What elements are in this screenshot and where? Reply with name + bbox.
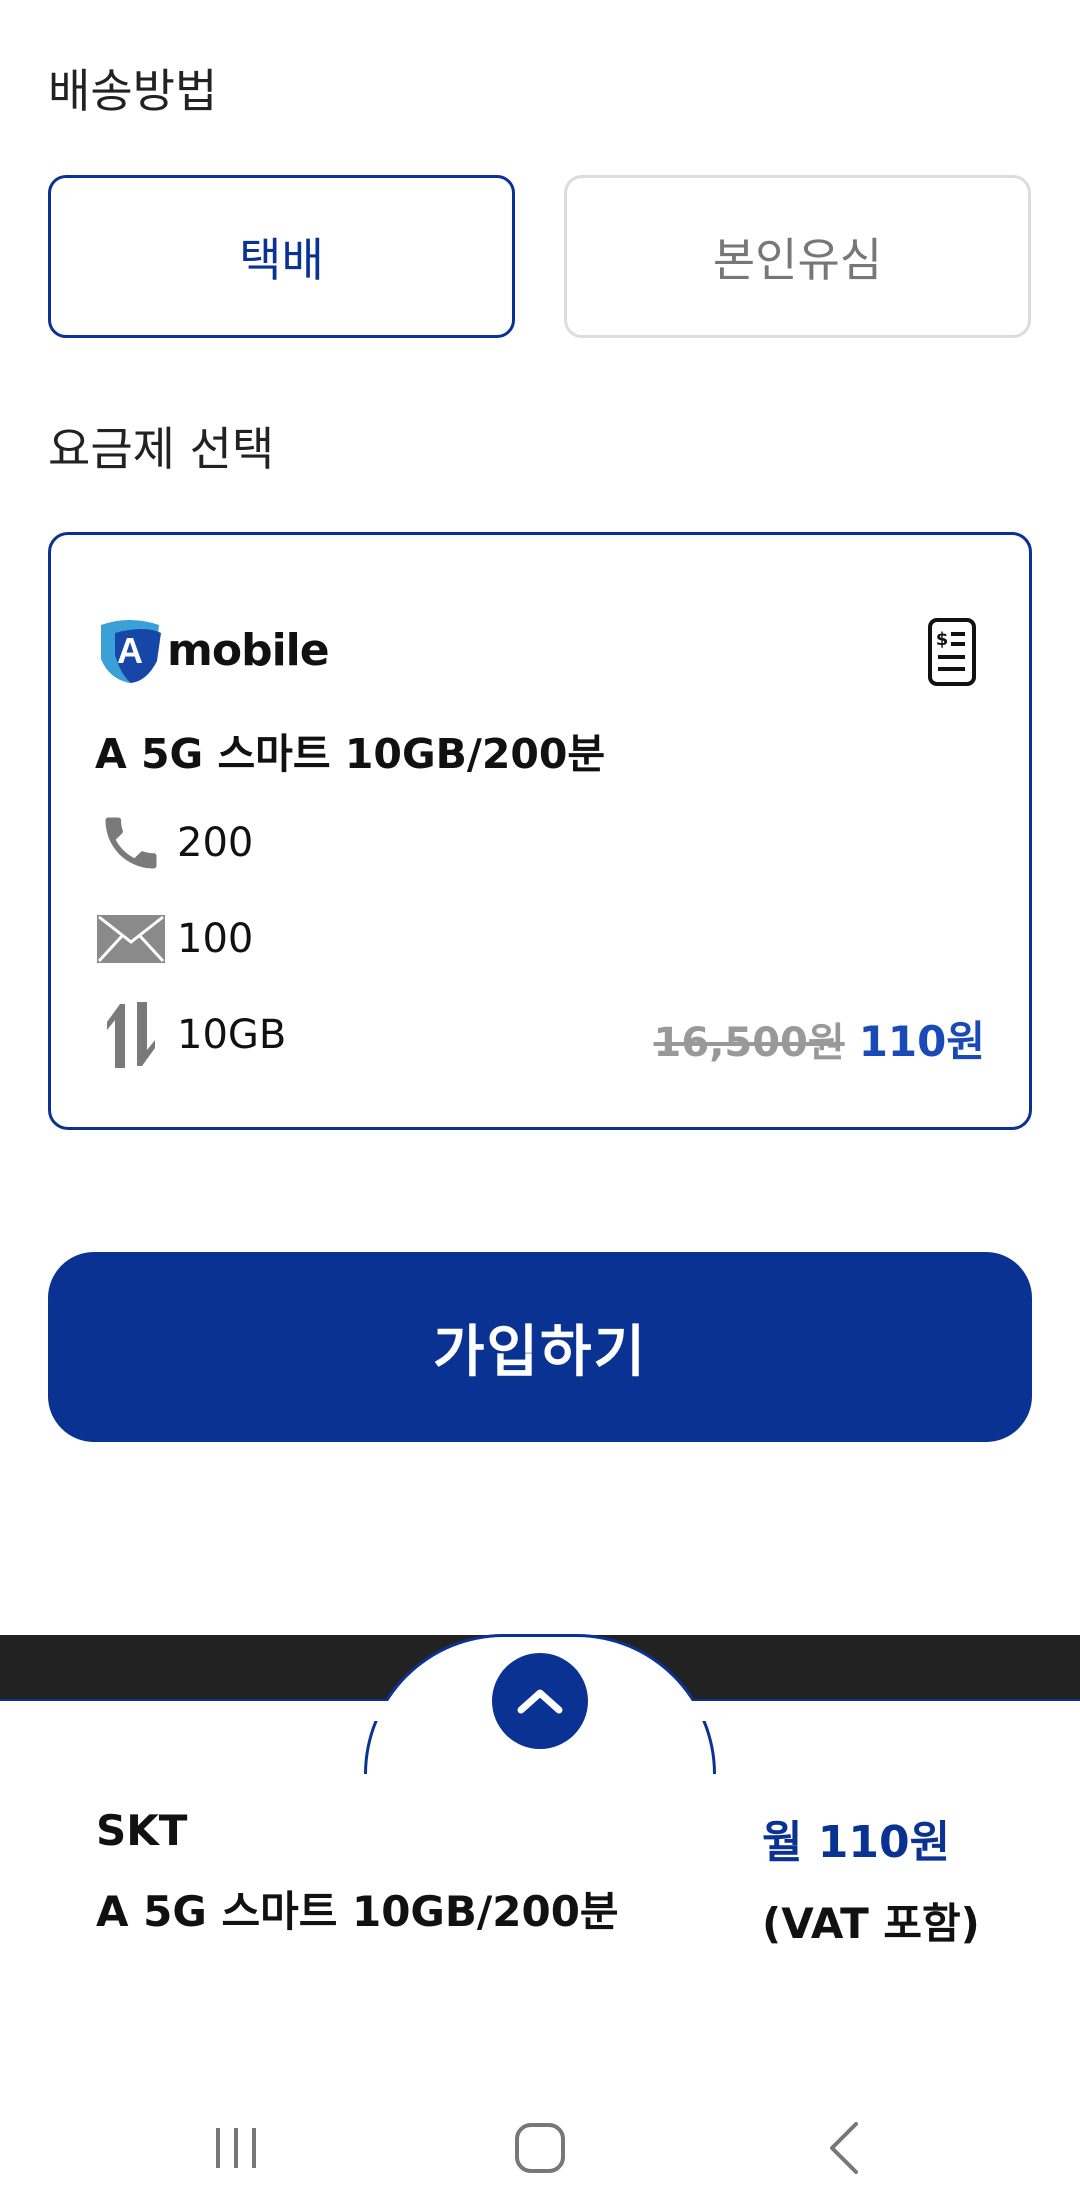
- original-price: 16,500원: [653, 1020, 845, 1066]
- plan-price: 16,500원 110원: [654, 1008, 985, 1069]
- svg-text:$: $: [936, 629, 949, 650]
- brand-logo-mark: A: [101, 620, 161, 683]
- plan-detail-document-icon[interactable]: $: [927, 617, 977, 687]
- summary-monthly-price: 월 110원: [762, 1817, 951, 1868]
- recent-apps-icon[interactable]: [196, 2108, 276, 2188]
- back-icon[interactable]: [804, 2108, 884, 2188]
- phone-icon: [95, 807, 167, 879]
- plan-name: A 5G 스마트 10GB/200분: [95, 730, 606, 778]
- join-button[interactable]: 가입하기: [48, 1252, 1032, 1442]
- expand-summary-button[interactable]: [492, 1653, 588, 1749]
- summary-vat-note: (VAT 포함): [762, 1899, 980, 1948]
- brand-name: mobile: [167, 624, 330, 676]
- mail-icon: [95, 903, 167, 975]
- home-icon[interactable]: [500, 2108, 580, 2188]
- delivery-option-courier[interactable]: 택배: [48, 175, 515, 338]
- chevron-up-icon: [517, 1689, 563, 1714]
- plan-card[interactable]: A mobile $ A 5G 스마트 10GB/200분 200 100 10…: [48, 532, 1032, 1130]
- feature-voice: 200: [95, 807, 253, 879]
- sale-price: 110원: [858, 1017, 985, 1066]
- data-value: 10GB: [177, 1012, 287, 1058]
- data-transfer-icon: [95, 999, 167, 1071]
- brand-logo: A mobile: [95, 615, 330, 685]
- page: 배송방법 택배 본인유심 요금제 선택 A mobile $ A 5G 스마트 …: [0, 0, 1080, 2206]
- summary-carrier: SKT: [96, 1806, 188, 1855]
- feature-sms: 100: [95, 903, 253, 975]
- voice-value: 200: [177, 820, 254, 866]
- delivery-option-label: 택배: [239, 232, 324, 287]
- delivery-option-own-sim[interactable]: 본인유심: [564, 175, 1031, 338]
- plan-select-title: 요금제 선택: [48, 422, 275, 476]
- feature-data: 10GB: [95, 999, 286, 1071]
- system-navigation-bar: [0, 2080, 1080, 2206]
- join-button-label: 가입하기: [432, 1319, 648, 1385]
- summary-plan-name: A 5G 스마트 10GB/200분: [96, 1887, 619, 1936]
- brand-mark-letter: A: [117, 630, 143, 671]
- sms-value: 100: [177, 916, 254, 962]
- delivery-method-title: 배송방법: [48, 64, 218, 118]
- delivery-option-label: 본인유심: [712, 232, 883, 287]
